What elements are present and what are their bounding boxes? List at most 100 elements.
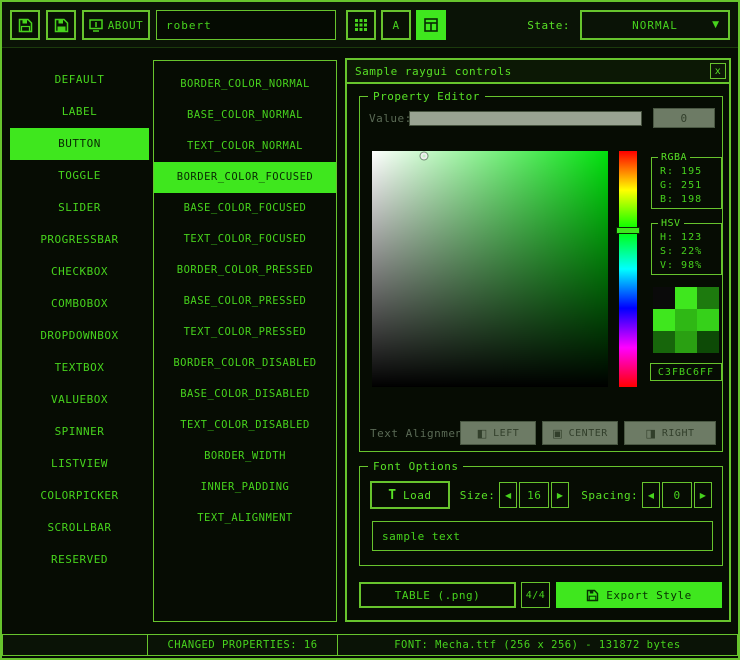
style-property-item[interactable]: BORDER_COLOR_FOCUSED <box>154 162 336 193</box>
toolbar: ABOUT A State: NORMAL ▼ <box>2 2 738 48</box>
control-toggle-item[interactable]: DROPDOWNBOX <box>10 320 149 352</box>
color-swatch[interactable] <box>653 331 675 353</box>
about-label: ABOUT <box>108 19 144 32</box>
state-value: NORMAL <box>632 19 678 32</box>
size-label: Size: <box>460 489 496 502</box>
color-swatch[interactable] <box>697 331 719 353</box>
size-value-box[interactable]: 16 <box>519 482 549 508</box>
spacing-value-box[interactable]: 0 <box>662 482 692 508</box>
style-property-item[interactable]: TEXT_ALIGNMENT <box>154 503 336 534</box>
export-format-button[interactable]: TABLE (.png) <box>359 582 516 608</box>
color-swatch[interactable] <box>697 309 719 331</box>
value-slider[interactable] <box>409 111 642 126</box>
color-swatch-grid[interactable] <box>653 287 719 353</box>
control-toggle-item[interactable]: DEFAULT <box>10 64 149 96</box>
hsv-row: S: 22% <box>660 245 721 259</box>
save-as-button[interactable] <box>46 10 76 40</box>
value-box[interactable]: 0 <box>653 108 715 128</box>
hsv-row: V: 98% <box>660 259 721 273</box>
control-toggle-item[interactable]: SPINNER <box>10 416 149 448</box>
control-toggle-item[interactable]: PROGRESSBAR <box>10 224 149 256</box>
status-font-info: FONT: Mecha.ttf (256 x 256) - 131872 byt… <box>337 634 738 656</box>
color-swatch[interactable] <box>675 287 697 309</box>
sample-text-input[interactable] <box>372 521 713 551</box>
style-property-item[interactable]: BORDER_COLOR_PRESSED <box>154 255 336 286</box>
style-property-item[interactable]: TEXT_COLOR_DISABLED <box>154 410 336 441</box>
spacing-label: Spacing: <box>581 489 638 502</box>
align-right-button[interactable]: ◨ RIGHT <box>624 421 716 445</box>
font-load-button[interactable]: T Load <box>370 481 450 509</box>
window-titlebar[interactable]: Sample raygui controls x <box>347 60 729 84</box>
export-style-button[interactable]: Export Style <box>556 582 722 608</box>
sample-controls-window: Sample raygui controls x Property Editor… <box>345 58 731 622</box>
font-atlas-button[interactable]: A <box>381 10 411 40</box>
style-property-item[interactable]: BASE_COLOR_DISABLED <box>154 379 336 410</box>
value-text: 0 <box>680 112 687 125</box>
control-toggle-item[interactable]: COMBOBOX <box>10 288 149 320</box>
grid-view-button[interactable] <box>346 10 376 40</box>
color-swatch[interactable] <box>675 309 697 331</box>
hue-slider-handle[interactable] <box>616 227 640 234</box>
style-property-item[interactable]: BORDER_COLOR_NORMAL <box>154 69 336 100</box>
color-selector-marker[interactable] <box>420 152 427 159</box>
style-name-input[interactable] <box>156 10 336 40</box>
color-swatch[interactable] <box>697 287 719 309</box>
style-property-item[interactable]: TEXT_COLOR_FOCUSED <box>154 224 336 255</box>
spacing-decrease-button[interactable]: ◀ <box>642 482 660 508</box>
hex-value-box[interactable]: C3FBC6FF <box>650 363 722 381</box>
style-property-item[interactable]: BASE_COLOR_FOCUSED <box>154 193 336 224</box>
align-center-button[interactable]: ▣ CENTER <box>542 421 618 445</box>
align-left-icon: ◧ <box>477 427 487 440</box>
chevron-down-icon: ▼ <box>712 20 720 30</box>
rgba-row: G: 251 <box>660 179 721 193</box>
controls-list: DEFAULTLABELBUTTONTOGGLESLIDERPROGRESSBA… <box>10 62 149 576</box>
rgba-group: RGBA R: 195G: 251B: 198 <box>651 157 722 209</box>
style-property-item[interactable]: BORDER_WIDTH <box>154 441 336 472</box>
control-toggle-item[interactable]: SCROLLBAR <box>10 512 149 544</box>
control-toggle-item[interactable]: RESERVED <box>10 544 149 576</box>
style-property-item[interactable]: TEXT_COLOR_PRESSED <box>154 317 336 348</box>
color-swatch[interactable] <box>653 287 675 309</box>
hsv-row: H: 123 <box>660 231 721 245</box>
control-toggle-item[interactable]: LABEL <box>10 96 149 128</box>
style-table-button[interactable] <box>416 10 446 40</box>
align-left-button[interactable]: ◧ LEFT <box>460 421 536 445</box>
about-button[interactable]: ABOUT <box>82 10 150 40</box>
style-property-item[interactable]: BASE_COLOR_NORMAL <box>154 100 336 131</box>
rgba-row: B: 198 <box>660 193 721 207</box>
save-icon <box>18 18 33 33</box>
rgba-label: RGBA <box>658 150 690 165</box>
control-toggle-item[interactable]: LISTVIEW <box>10 448 149 480</box>
spacing-increase-button[interactable]: ▶ <box>694 482 712 508</box>
control-toggle-item[interactable]: VALUEBOX <box>10 384 149 416</box>
color-saturation-panel[interactable] <box>372 151 608 387</box>
control-toggle-item[interactable]: BUTTON <box>10 128 149 160</box>
control-toggle-item[interactable]: TOGGLE <box>10 160 149 192</box>
state-dropdown[interactable]: NORMAL ▼ <box>580 10 730 40</box>
control-toggle-item[interactable]: CHECKBOX <box>10 256 149 288</box>
save-style-button[interactable] <box>10 10 40 40</box>
size-increase-button[interactable]: ▶ <box>551 482 569 508</box>
window-title: Sample raygui controls <box>355 65 512 78</box>
style-property-item[interactable]: INNER_PADDING <box>154 472 336 503</box>
text-alignment-label: Text Alignment <box>370 427 470 440</box>
color-swatch[interactable] <box>653 309 675 331</box>
align-center-icon: ▣ <box>552 427 562 440</box>
arrow-left-icon: ◀ <box>648 491 655 500</box>
style-property-item[interactable]: TEXT_COLOR_NORMAL <box>154 131 336 162</box>
hue-slider[interactable] <box>619 151 637 387</box>
size-decrease-button[interactable]: ◀ <box>499 482 517 508</box>
style-property-item[interactable]: BASE_COLOR_PRESSED <box>154 286 336 317</box>
rguistyler-window: ABOUT A State: NORMAL ▼ DEFAULT <box>0 0 740 660</box>
arrow-left-icon: ◀ <box>505 491 512 500</box>
hsv-values: H: 123S: 22%V: 98% <box>652 224 721 273</box>
color-swatch[interactable] <box>675 331 697 353</box>
control-toggle-item[interactable]: TEXTBOX <box>10 352 149 384</box>
style-property-item[interactable]: BORDER_COLOR_DISABLED <box>154 348 336 379</box>
property-editor-label: Property Editor <box>368 89 485 104</box>
save-as-icon <box>54 18 69 33</box>
close-icon[interactable]: x <box>710 63 726 79</box>
font-options-row: T Load Size: ◀ 16 ▶ Spacing: ◀ 0 <box>370 481 712 509</box>
control-toggle-item[interactable]: COLORPICKER <box>10 480 149 512</box>
control-toggle-item[interactable]: SLIDER <box>10 192 149 224</box>
